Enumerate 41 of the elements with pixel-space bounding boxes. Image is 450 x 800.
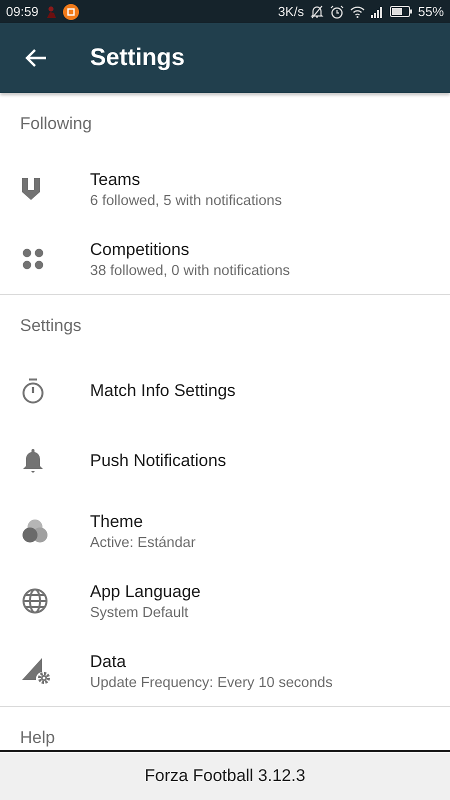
settings-row[interactable]: Match Info Settings [0, 356, 450, 426]
row-title: Push Notifications [90, 451, 226, 471]
app-version: Forza Football 3.12.3 [144, 766, 306, 786]
row-subtitle: 38 followed, 0 with notifications [90, 262, 290, 278]
settings-row[interactable]: App Language System Default [0, 566, 450, 636]
alarm-icon [330, 4, 344, 18]
wifi-icon [350, 6, 365, 18]
row-title: Competitions [90, 240, 190, 260]
section-header: Settings [19, 314, 82, 336]
settings-row[interactable]: Theme Active: Estándar [0, 496, 450, 566]
settings-row[interactable]: Push Notifications [0, 426, 450, 496]
row-title: Teams [90, 170, 142, 190]
bell-icon [22, 448, 44, 474]
overlapping-circles-icon [22, 519, 48, 543]
battery-icon [390, 6, 412, 17]
app-icon [62, 4, 79, 20]
shield-icon [22, 178, 40, 200]
muted-bell-icon [310, 4, 324, 18]
app-icon [44, 4, 57, 18]
row-subtitle: Active: Estándar [90, 534, 196, 550]
settings-row[interactable]: Data Update Frequency: Every 10 seconds [0, 636, 450, 706]
row-subtitle: System Default [90, 604, 190, 620]
settings-row[interactable]: Teams 6 followed, 5 with notifications [0, 154, 450, 224]
row-title: Theme [90, 512, 144, 532]
row-subtitle: 6 followed, 5 with notifications [90, 192, 282, 208]
clock: 09:59 [6, 4, 39, 19]
dots-icon [22, 248, 44, 270]
network-speed: 3K/s [278, 4, 304, 19]
signal-icon [370, 6, 384, 18]
battery-percent: 55% [418, 4, 444, 19]
stopwatch-icon [22, 378, 44, 404]
row-title: Data [90, 652, 127, 672]
settings-row[interactable]: Competitions 38 followed, 0 with notifications [0, 224, 450, 294]
row-subtitle: Update Frequency: Every 10 seconds [90, 674, 333, 690]
section-header: Help [19, 726, 56, 748]
globe-icon [22, 588, 48, 614]
row-title: App Language [90, 582, 201, 602]
section-header: Following [19, 112, 93, 134]
row-title: Match Info Settings [90, 381, 236, 401]
signal-gear-icon [22, 658, 52, 684]
screen-title: Settings [90, 44, 185, 72]
